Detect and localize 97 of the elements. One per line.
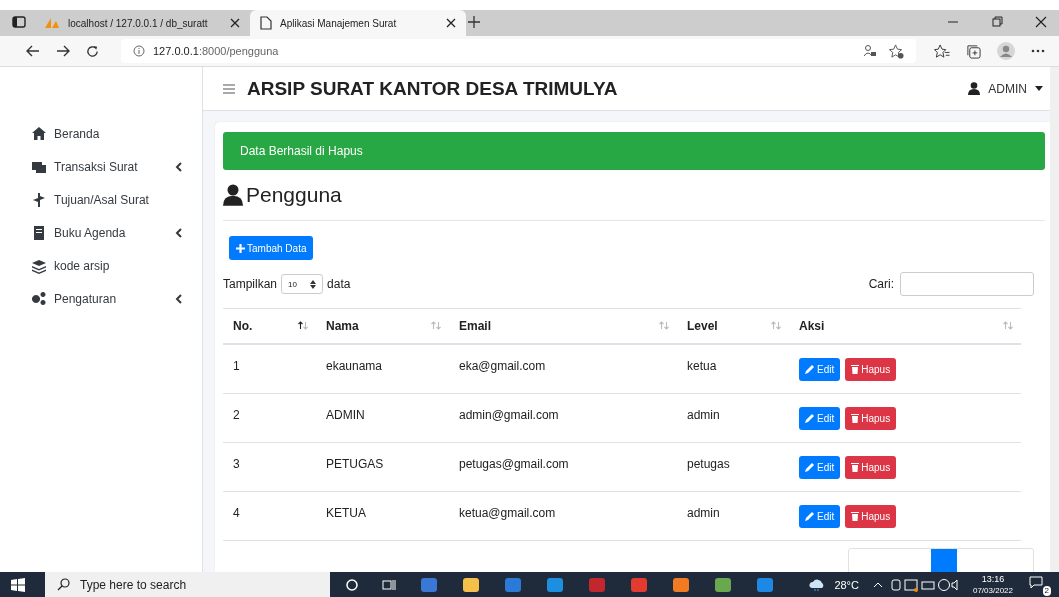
table-cell: admin: [677, 491, 789, 541]
close-icon[interactable]: [1035, 16, 1047, 28]
sidebar-item[interactable]: Buku Agenda: [0, 216, 202, 249]
info-icon: [133, 45, 145, 57]
column-header[interactable]: Aksi: [789, 308, 1021, 344]
person-icon[interactable]: [863, 44, 877, 58]
windows-icon[interactable]: [11, 577, 25, 592]
column-header[interactable]: Nama: [316, 308, 449, 344]
page-title: Pengguna: [246, 183, 342, 207]
app-icon[interactable]: [756, 575, 774, 594]
app-icon[interactable]: [714, 575, 732, 594]
star-icon[interactable]: [889, 43, 904, 59]
new-tab-icon[interactable]: [468, 16, 480, 28]
close-icon[interactable]: [446, 18, 456, 28]
pencil-icon: [805, 462, 815, 472]
browser-tab[interactable]: localhost / 127.0.0.1 / db_suratt: [34, 10, 250, 36]
table-cell: 2: [223, 393, 316, 443]
tray-icons-drawing[interactable]: [890, 577, 961, 592]
collections-icon[interactable]: [966, 43, 981, 59]
table-cell: eka@gmail.com: [449, 343, 677, 394]
taskbar-search-field[interactable]: Type here to search: [45, 572, 330, 597]
edit-button[interactable]: Edit: [799, 504, 841, 528]
pencil-icon: [805, 511, 815, 521]
notification-button[interactable]: 2: [1029, 573, 1051, 596]
table-cell: 1: [223, 343, 316, 394]
forward-icon[interactable]: [56, 45, 70, 57]
user-menu[interactable]: ADMIN: [968, 81, 1043, 96]
edit-button[interactable]: Edit: [799, 357, 841, 381]
app-title: ARSIP SURAT KANTOR DESA TRIMULYA: [247, 77, 618, 100]
app-icon[interactable]: [546, 575, 564, 594]
add-button[interactable]: Tambah Data: [229, 236, 314, 260]
caret-icon: [1035, 86, 1043, 91]
tab-actions-icon[interactable]: [12, 16, 26, 28]
table-cell: 4: [223, 491, 316, 541]
sidebar-item[interactable]: Pengaturan: [0, 282, 202, 315]
message-icon: [1029, 576, 1043, 589]
delete-button[interactable]: Hapus: [845, 357, 897, 381]
table-cell: admin@gmail.com: [449, 393, 677, 443]
notification-count: 2: [1042, 585, 1051, 596]
back-icon[interactable]: [26, 45, 40, 57]
edit-button[interactable]: Edit: [799, 406, 841, 430]
sidebar-item[interactable]: Beranda: [0, 117, 202, 150]
app-icon[interactable]: [462, 575, 480, 594]
avatar-icon[interactable]: [997, 42, 1015, 60]
search-icon: [57, 578, 70, 591]
page-icon: [260, 16, 272, 30]
column-header[interactable]: No.: [223, 308, 316, 344]
length-select[interactable]: 10: [281, 274, 324, 294]
pencil-icon: [805, 413, 815, 423]
trash-icon: [851, 364, 860, 374]
user-icon: [223, 184, 243, 206]
updown-icon: [310, 279, 317, 289]
delete-button[interactable]: Hapus: [845, 504, 897, 528]
table-cell: petugas: [677, 442, 789, 492]
search-label: Cari:: [868, 277, 894, 291]
clock[interactable]: 13:16 07/03/2022: [972, 573, 1013, 596]
table-cell: petugas@gmail.com: [449, 442, 677, 492]
user-icon: [968, 82, 981, 95]
length-label: Tampilkan: [223, 277, 278, 291]
sail-icon: [44, 17, 60, 29]
task-view-icon[interactable]: [382, 578, 396, 591]
sidebar-item[interactable]: kode arsip: [0, 249, 202, 282]
edit-button[interactable]: Edit: [799, 455, 841, 479]
table-cell: ekaunama: [316, 343, 449, 394]
trash-icon: [851, 462, 860, 472]
close-icon[interactable]: [230, 18, 240, 28]
app-icon[interactable]: [672, 575, 690, 594]
table-cell: ADMIN: [316, 393, 449, 443]
table-cell: KETUA: [316, 491, 449, 541]
table-cell: 3: [223, 442, 316, 492]
pencil-icon: [805, 364, 815, 374]
more-icon[interactable]: [1031, 49, 1045, 53]
trash-icon: [851, 413, 860, 423]
table-cell: PETUGAS: [316, 442, 449, 492]
favorites-icon[interactable]: [934, 43, 950, 59]
weather-text: 28°C: [834, 578, 859, 591]
trash-icon: [851, 511, 860, 521]
browser-tab[interactable]: Aplikasi Manajemen Surat: [250, 10, 466, 36]
delete-button[interactable]: Hapus: [845, 406, 897, 430]
scrollbar[interactable]: [1050, 67, 1059, 572]
column-header[interactable]: Email: [449, 308, 677, 344]
search-field[interactable]: [900, 272, 1034, 296]
reload-icon[interactable]: [86, 44, 99, 58]
cortana-icon[interactable]: [346, 578, 358, 591]
column-header[interactable]: Level: [677, 308, 789, 344]
sidebar-item[interactable]: Tujuan/Asal Surat: [0, 183, 202, 216]
chevron-up-icon[interactable]: [872, 581, 883, 588]
length-label: data: [327, 277, 351, 291]
delete-button[interactable]: Hapus: [845, 455, 897, 479]
restore-icon[interactable]: [991, 16, 1003, 28]
success-alert: Data Berhasil di Hapus: [223, 132, 1045, 170]
table-cell: admin: [677, 393, 789, 443]
table-cell: ketua: [677, 343, 789, 394]
table-cell: ketua@gmail.com: [449, 491, 677, 541]
sidebar-item[interactable]: Transaksi Surat: [0, 150, 202, 183]
address-field[interactable]: 127.0.0.1:8000/pengguna: [121, 39, 916, 63]
plus-icon: [236, 243, 245, 253]
